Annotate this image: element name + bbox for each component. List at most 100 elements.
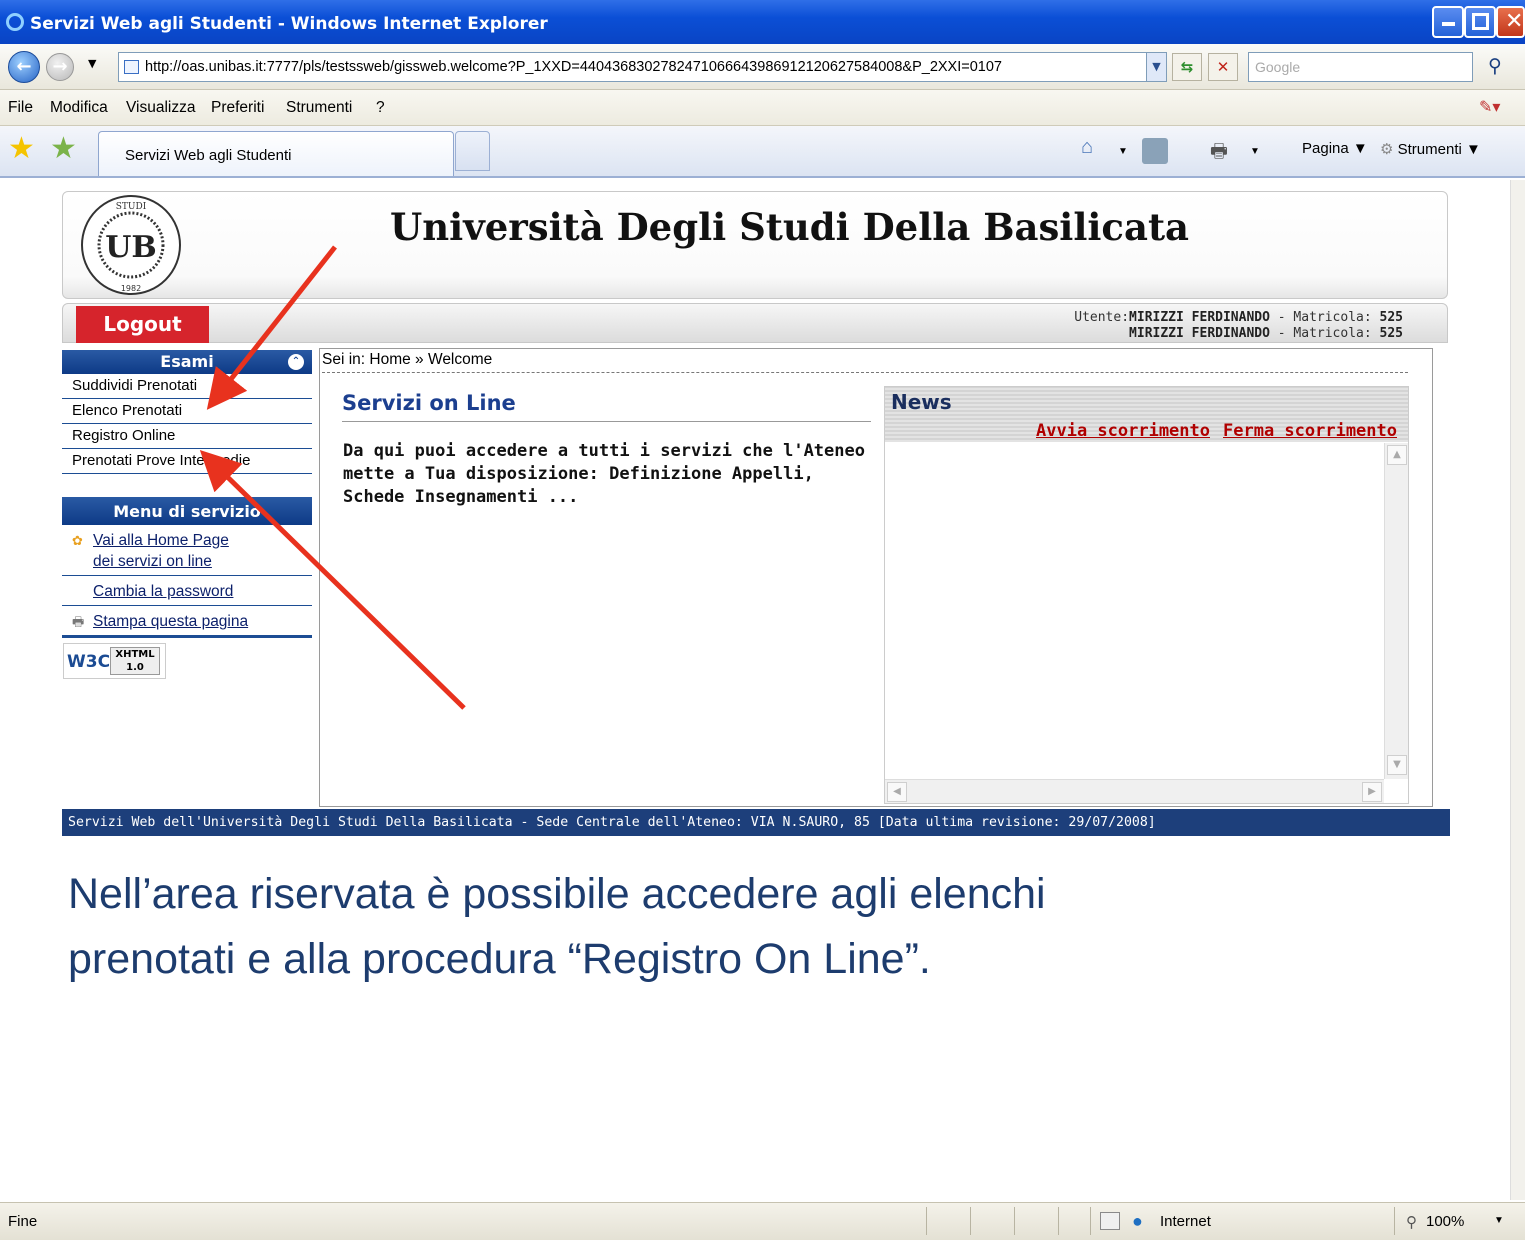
url-input[interactable]: http://oas.unibas.it:7777/pls/testssweb/… — [118, 52, 1167, 82]
service-menu: Menu di servizio ✿ Vai alla Home Page de… — [62, 497, 312, 638]
user-info-line-2: MIRIZZI FERDINANDO - Matricola: 525 — [1074, 326, 1403, 342]
new-tab-button[interactable] — [455, 131, 490, 171]
status-separator — [926, 1207, 927, 1235]
scroll-right-icon[interactable]: ▶ — [1362, 782, 1382, 802]
print-page-icon: 🖶 — [72, 615, 85, 630]
menu-help[interactable]: ? — [376, 99, 385, 117]
logo-year: 1982 — [121, 284, 141, 293]
history-dropdown-icon[interactable]: ▼ — [88, 57, 96, 70]
zoom-icon: ⚲ — [1406, 1214, 1417, 1231]
change-password-link[interactable]: Cambia la password — [93, 583, 233, 600]
status-separator — [970, 1207, 971, 1235]
tab-label: Servizi Web agli Studenti — [125, 147, 292, 164]
add-favorites-icon[interactable]: ★ — [50, 134, 77, 164]
favorites-star-icon[interactable]: ★ — [8, 134, 35, 164]
tab-servizi-web[interactable]: Servizi Web agli Studenti — [98, 131, 454, 176]
search-icon[interactable]: ⚲ — [1479, 53, 1511, 81]
url-text: http://oas.unibas.it:7777/pls/testssweb/… — [145, 59, 1002, 75]
zoom-dropdown-icon[interactable]: ▼ — [1494, 1215, 1504, 1226]
forward-button[interactable]: → — [46, 53, 74, 81]
refresh-button[interactable]: ⇆ — [1172, 53, 1202, 81]
start-scrolling-link[interactable]: Avvia scorrimento — [1036, 421, 1210, 441]
logo-initials: UB — [105, 230, 157, 265]
window-title: Servizi Web agli Studenti - Windows Inte… — [30, 14, 548, 34]
service-item-home[interactable]: ✿ Vai alla Home Page dei servizi on line — [62, 525, 312, 576]
news-horizontal-scrollbar[interactable]: ◀ ▶ — [885, 779, 1384, 803]
home-service-icon: ✿ — [72, 534, 83, 549]
protected-mode-icon — [1100, 1212, 1120, 1230]
minimize-button[interactable] — [1432, 6, 1464, 38]
logo-top-text: STUDI — [116, 202, 147, 212]
service-item-password[interactable]: Cambia la password — [62, 576, 312, 606]
menu-bar: File Modifica Visualizza Preferiti Strum… — [0, 90, 1525, 126]
menu-modifica[interactable]: Modifica — [50, 99, 108, 117]
logout-button[interactable]: Logout — [76, 306, 209, 343]
scroll-up-icon[interactable]: ▲ — [1387, 445, 1407, 465]
window-titlebar: Servizi Web agli Studenti - Windows Inte… — [0, 0, 1525, 44]
close-window-button[interactable]: ✕ — [1496, 6, 1525, 38]
esami-menu-header[interactable]: Esami ⌃ — [62, 350, 312, 374]
tools-gear-icon: ⚙ — [1380, 141, 1394, 158]
user-info-line-1: Utente:MIRIZZI FERDINANDO - Matricola: 5… — [1074, 310, 1403, 326]
esami-menu-title: Esami — [160, 352, 214, 371]
print-icon[interactable]: 🖶 — [1210, 137, 1228, 169]
xhtml-label: XHTML 1.0 — [110, 647, 160, 675]
home-dropdown-icon[interactable]: ▼ — [1118, 146, 1128, 157]
menu-item-suddividi-prenotati[interactable]: Suddividi Prenotati — [62, 374, 312, 399]
slide-caption: Nell’area riservata è possibile accedere… — [68, 862, 1368, 992]
scroll-left-icon[interactable]: ◀ — [887, 782, 907, 802]
matricola-value-2: 525 — [1379, 326, 1403, 341]
matricola-value: 525 — [1379, 310, 1403, 325]
caption-line-1: Nell’area riservata è possibile accedere… — [68, 870, 1046, 918]
url-dropdown-button[interactable]: ▼ — [1146, 53, 1166, 81]
section-title: Servizi on Line — [342, 391, 871, 422]
scroll-down-icon[interactable]: ▼ — [1387, 755, 1407, 775]
home-services-link[interactable]: Vai alla Home Page dei servizi on line — [93, 530, 253, 572]
page-footer: Servizi Web dell'Università Degli Studi … — [62, 809, 1450, 836]
esami-menu: Esami ⌃ Suddividi Prenotati Elenco Preno… — [62, 350, 312, 474]
menu-preferiti[interactable]: Preferiti — [211, 99, 264, 117]
user-name: MIRIZZI FERDINANDO — [1129, 310, 1270, 325]
globe-icon: ● — [1132, 1211, 1143, 1231]
news-box — [884, 386, 1409, 804]
search-input[interactable]: Google — [1248, 52, 1473, 82]
page-icon — [124, 60, 139, 74]
print-dropdown-icon[interactable]: ▼ — [1250, 146, 1260, 157]
matricola-label: - Matricola: — [1269, 310, 1380, 325]
status-separator — [1058, 1207, 1059, 1235]
ie-icon — [6, 13, 24, 31]
news-title: News — [891, 390, 952, 414]
status-separator — [1090, 1207, 1091, 1235]
print-page-link[interactable]: Stampa questa pagina — [93, 613, 248, 630]
stop-scrolling-link[interactable]: Ferma scorrimento — [1223, 421, 1397, 441]
w3c-logo: W3C — [67, 652, 111, 672]
translate-icon[interactable]: ✎▾ — [1479, 97, 1500, 117]
page-menu[interactable]: Pagina ▼ — [1272, 140, 1368, 157]
status-bar: Fine ● Internet ⚲ 100% ▼ — [0, 1202, 1525, 1240]
menu-visualizza[interactable]: Visualizza — [126, 99, 196, 117]
zone-label: Internet — [1160, 1213, 1211, 1230]
user-info: Utente:MIRIZZI FERDINANDO - Matricola: 5… — [1074, 310, 1403, 342]
home-icon[interactable]: ⌂ — [1081, 136, 1093, 159]
menu-item-elenco-prenotati[interactable]: Elenco Prenotati — [62, 399, 312, 424]
w3c-xhtml-badge[interactable]: W3C XHTML 1.0 — [63, 643, 166, 679]
collapse-icon[interactable]: ⌃ — [288, 354, 304, 370]
menu-file[interactable]: File — [8, 99, 33, 117]
page-vertical-scrollbar[interactable] — [1510, 180, 1525, 1200]
section-description: Da qui puoi accedere a tutti i servizi c… — [343, 441, 865, 507]
tab-bar: ★ ★ Servizi Web agli Studenti ⌂ ▼ 🖶 ▼ Pa… — [0, 126, 1525, 178]
stop-button[interactable]: ✕ — [1208, 53, 1238, 81]
service-item-print[interactable]: 🖶 Stampa questa pagina — [62, 606, 312, 636]
zoom-level[interactable]: 100% — [1426, 1213, 1464, 1230]
menu-strumenti[interactable]: Strumenti — [286, 99, 352, 117]
menu-item-registro-online[interactable]: Registro Online — [62, 424, 312, 449]
matricola-label-2: - Matricola: — [1269, 326, 1380, 341]
status-separator — [1394, 1207, 1395, 1235]
tools-menu[interactable]: ⚙ Strumenti ▼ — [1380, 140, 1481, 158]
news-vertical-scrollbar[interactable]: ▲ ▼ — [1384, 443, 1408, 779]
status-text: Fine — [8, 1213, 38, 1230]
rss-feed-icon[interactable] — [1142, 138, 1168, 164]
back-button[interactable]: ← — [8, 51, 40, 83]
maximize-button[interactable] — [1464, 6, 1496, 38]
menu-item-prenotati-prove-intermedie[interactable]: Prenotati Prove Intermedie — [62, 449, 312, 474]
